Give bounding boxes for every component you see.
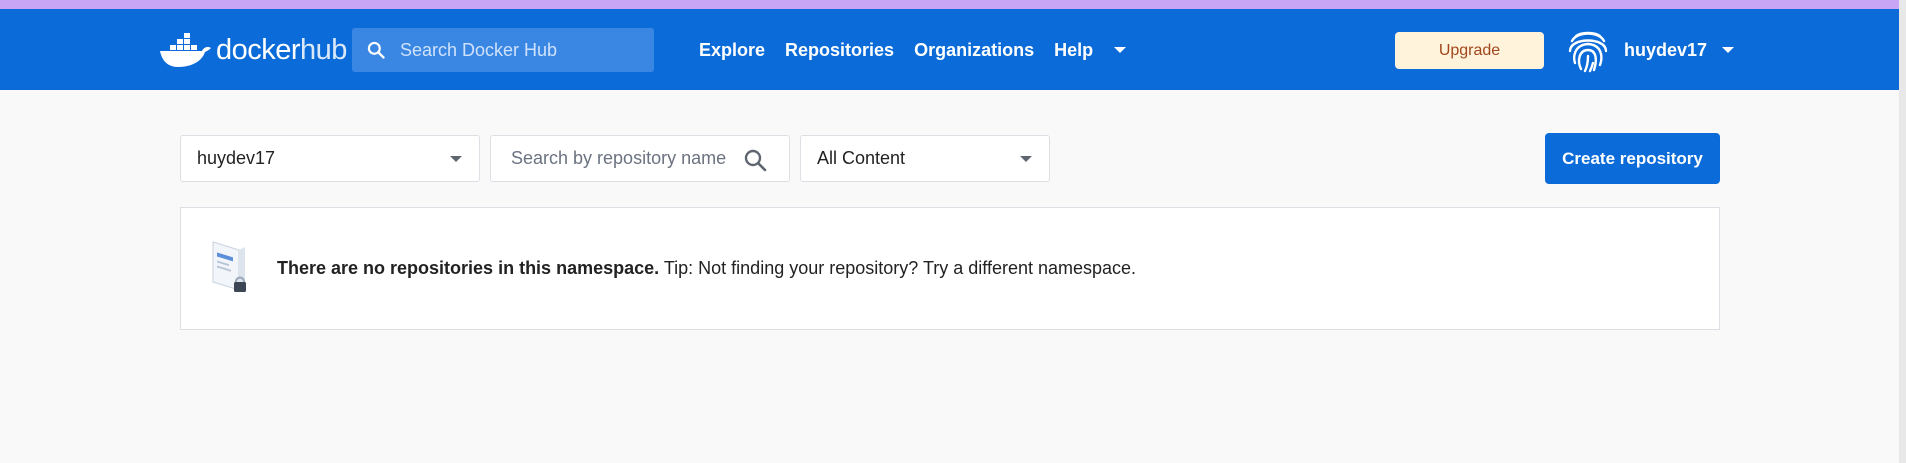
logo-text: dockerhub <box>216 33 347 66</box>
page-scrollbar[interactable] <box>1899 0 1906 463</box>
docker-hub-logo[interactable]: dockerhub <box>158 29 347 71</box>
chevron-down-icon <box>450 156 462 162</box>
chevron-down-icon <box>1020 156 1032 162</box>
create-repository-button[interactable]: Create repository <box>1545 133 1720 184</box>
empty-state-message: There are no repositories in this namesp… <box>277 258 1136 279</box>
logo-text-docker: docker <box>216 33 301 66</box>
nav-repositories[interactable]: Repositories <box>785 40 894 61</box>
chevron-down-icon[interactable] <box>1113 46 1127 54</box>
search-icon[interactable] <box>743 148 767 172</box>
search-icon <box>367 41 385 59</box>
empty-repositories-panel: There are no repositories in this namesp… <box>180 207 1720 330</box>
avatar[interactable] <box>1562 24 1614 76</box>
repository-search-input[interactable] <box>509 147 729 170</box>
top-accent-bar <box>0 0 1906 9</box>
main-nav: Explore Repositories Organizations Help <box>699 28 1127 72</box>
docker-whale-icon <box>160 33 211 67</box>
user-menu[interactable]: huydev17 <box>1562 22 1735 78</box>
nav-organizations[interactable]: Organizations <box>914 40 1034 61</box>
nav-explore[interactable]: Explore <box>699 40 765 61</box>
repository-search-box[interactable] <box>490 135 790 182</box>
repositories-page: huydev17 All Content Create repository T… <box>0 90 1906 463</box>
nav-help[interactable]: Help <box>1054 40 1093 61</box>
top-navigation-bar: dockerhub Explore Repositories Organizat… <box>0 9 1906 90</box>
empty-state-bold: There are no repositories in this namesp… <box>277 258 660 278</box>
upgrade-button[interactable]: Upgrade <box>1395 32 1544 69</box>
namespace-select[interactable]: huydev17 <box>180 135 480 182</box>
username-label: huydev17 <box>1624 39 1708 60</box>
chevron-down-icon[interactable] <box>1721 46 1735 54</box>
global-search-input[interactable] <box>398 38 638 62</box>
content-type-select[interactable]: All Content <box>800 135 1050 182</box>
empty-state-tip: Tip: Not finding your repository? Try a … <box>659 258 1137 278</box>
content-type-select-value: All Content <box>817 148 906 168</box>
logo-text-hub: hub <box>300 33 347 66</box>
global-search-box[interactable] <box>352 28 654 72</box>
locked-repository-icon <box>212 240 246 292</box>
namespace-select-value: huydev17 <box>197 148 276 168</box>
fingerprint-icon <box>1568 31 1608 73</box>
